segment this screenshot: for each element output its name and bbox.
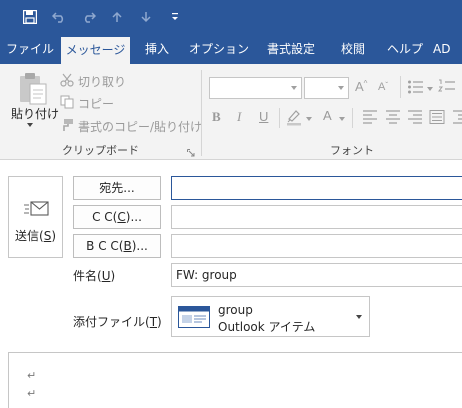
chevron-down-icon[interactable] (339, 117, 345, 121)
tab-message[interactable]: メッセージ (61, 37, 130, 64)
arrow-down-icon[interactable] (138, 7, 154, 27)
attachment-item[interactable]: group Outlook アイテム (171, 296, 370, 337)
subject-field[interactable]: FW: group (171, 263, 462, 287)
dialog-launcher-icon[interactable] (187, 146, 195, 157)
paste-icon[interactable] (16, 72, 50, 108)
arrow-up-icon[interactable] (109, 7, 125, 27)
tab-ad[interactable]: AD (433, 34, 462, 64)
to-button[interactable]: 宛先... (73, 176, 161, 200)
send-label: 送信(S) (9, 227, 62, 244)
bold-icon[interactable]: B (212, 109, 221, 125)
customize-toolbar-icon[interactable] (168, 7, 182, 27)
bullets-icon[interactable] (407, 78, 425, 96)
chevron-down-icon (338, 86, 344, 90)
font-group-label: フォント (330, 144, 374, 157)
undo-icon[interactable] (50, 7, 68, 27)
group-separator (400, 76, 401, 98)
ribbon: 貼り付け 切り取り コピー 書式のコピー/貼り付け クリップボード A^ Aˇ … (0, 64, 462, 160)
tab-insert[interactable]: 挿入 (138, 34, 176, 64)
bcc-label-b: )... (131, 239, 148, 253)
copy-icon (60, 95, 74, 109)
font-name-combo[interactable] (209, 77, 302, 99)
save-icon[interactable] (20, 7, 40, 27)
bcc-button[interactable]: B C C(B)... (73, 234, 161, 258)
tab-options[interactable]: オプション (189, 34, 249, 64)
attach-label-b: ) (157, 315, 162, 329)
chevron-down-icon[interactable] (356, 315, 362, 319)
bcc-label-a: B C C( (86, 239, 124, 253)
redo-icon[interactable] (80, 7, 98, 27)
group-separator (279, 108, 280, 128)
paragraph-mark: ↵ (27, 369, 37, 382)
clipboard-group-label: クリップボード (62, 144, 139, 157)
attachment-name: group (218, 303, 253, 317)
justify-icon[interactable] (429, 110, 445, 124)
tab-format-text[interactable]: 書式設定 (262, 34, 320, 64)
subject-label-b: ) (110, 269, 116, 283)
send-label-close: ) (51, 229, 56, 243)
send-label-text: 送信( (15, 229, 44, 243)
cc-button[interactable]: C C(C)... (73, 205, 161, 229)
format-painter-button[interactable]: 書式のコピー/貼り付け (78, 118, 202, 135)
paste-label[interactable]: 貼り付け (11, 105, 59, 122)
paragraph-mark: ↵ (27, 387, 37, 400)
group-separator (201, 70, 202, 156)
shrink-font-icon[interactable]: Aˇ (378, 81, 394, 97)
cc-label-key: C (117, 210, 126, 224)
font-color-icon[interactable]: A (323, 108, 337, 126)
copy-button[interactable]: コピー (78, 95, 114, 112)
underline-icon[interactable]: U (259, 109, 268, 124)
tab-file[interactable]: ファイル (6, 34, 54, 64)
cc-label-b: )... (125, 210, 142, 224)
subject-label: 件名(U) (73, 267, 115, 284)
chevron-down-icon (291, 86, 297, 90)
to-field[interactable] (171, 176, 462, 200)
scissors-icon (60, 73, 74, 87)
italic-icon[interactable]: I (237, 109, 241, 125)
send-button[interactable]: 送信(S) (8, 176, 63, 258)
chevron-down-icon[interactable] (427, 87, 433, 91)
chevron-down-icon[interactable] (306, 117, 312, 121)
align-center-icon[interactable] (385, 110, 401, 124)
highlight-icon[interactable] (286, 108, 304, 126)
tab-help[interactable]: ヘルプ (383, 34, 427, 64)
attachment-type: Outlook アイテム (218, 320, 316, 334)
ribbon-tab-bar: ファイル メッセージ 挿入 オプション 書式設定 校閲 ヘルプ AD (0, 34, 462, 64)
attach-label-a: 添付ファイル( (73, 315, 150, 329)
numbering-icon[interactable] (438, 78, 456, 96)
grow-font-icon[interactable]: A^ (355, 79, 371, 95)
format-painter-icon (60, 118, 74, 132)
outlook-item-icon (178, 306, 210, 328)
bcc-field[interactable] (171, 234, 462, 258)
message-body[interactable]: ↵ ↵ (8, 352, 462, 408)
font-size-combo[interactable] (304, 77, 349, 99)
cut-button[interactable]: 切り取り (78, 73, 126, 90)
tab-review[interactable]: 校閲 (333, 34, 373, 64)
cc-field[interactable] (171, 205, 462, 229)
align-right-icon[interactable] (407, 110, 423, 124)
title-bar (0, 0, 462, 34)
align-left-icon[interactable] (362, 110, 378, 124)
paste-dropdown-icon[interactable] (27, 123, 33, 127)
cc-label-a: C C( (92, 210, 118, 224)
attachment-label: 添付ファイル(T) (73, 313, 162, 330)
subject-label-a: 件名( (73, 269, 102, 283)
attach-label-key: T (149, 315, 158, 329)
send-icon (23, 199, 49, 219)
bcc-label-key: B (123, 239, 132, 253)
group-separator (352, 108, 353, 128)
indent-icon[interactable] (452, 110, 462, 124)
